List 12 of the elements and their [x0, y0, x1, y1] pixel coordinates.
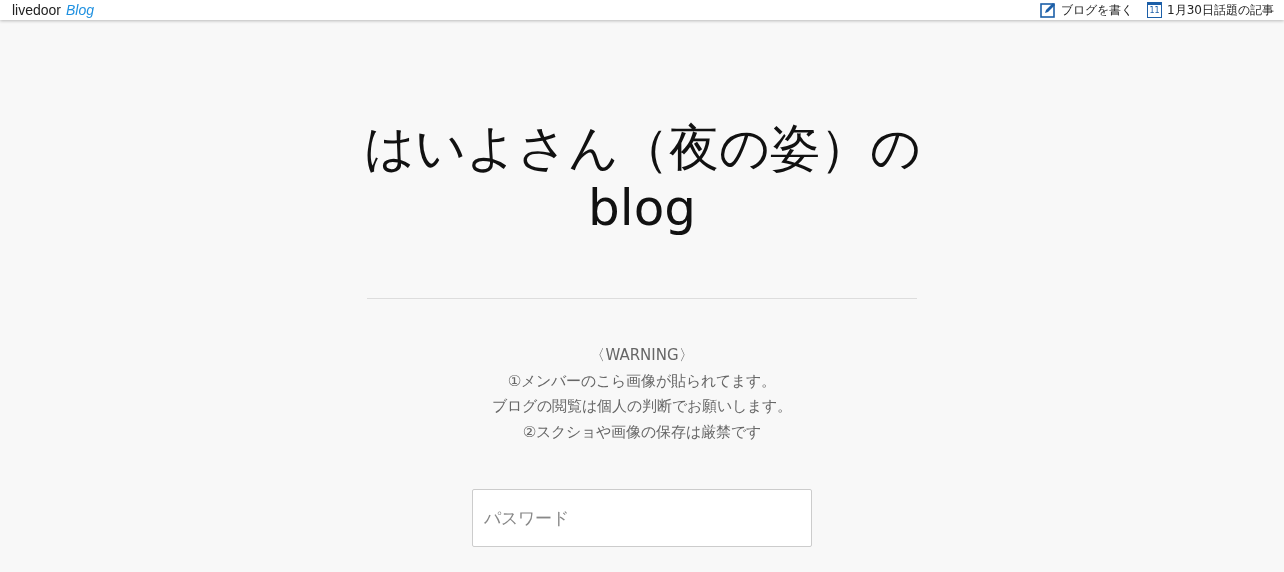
blog-title: はいよさん（夜の姿）のblog: [362, 118, 922, 238]
pencil-icon: [1040, 2, 1057, 18]
calendar-icon: 11: [1147, 2, 1163, 18]
logo-text[interactable]: livedoor: [12, 2, 62, 18]
header-link[interactable]: ブログを書く: [1040, 1, 1134, 19]
password-field[interactable]: パスワード: [472, 489, 812, 547]
logo-text[interactable]: Blog: [66, 2, 95, 18]
warning-text: 〈WARNING〉: [589, 345, 695, 366]
warning-text: ①メンバーのこら画像が貼られてます。: [506, 370, 778, 392]
warning-text: ブログの閲覧は個人の判断でお願いします。: [492, 396, 792, 417]
header-link[interactable]: 11 1月30日話題の記事: [1147, 1, 1274, 19]
warning-text: ②スクショや画像の保存は厳禁です: [521, 421, 763, 443]
